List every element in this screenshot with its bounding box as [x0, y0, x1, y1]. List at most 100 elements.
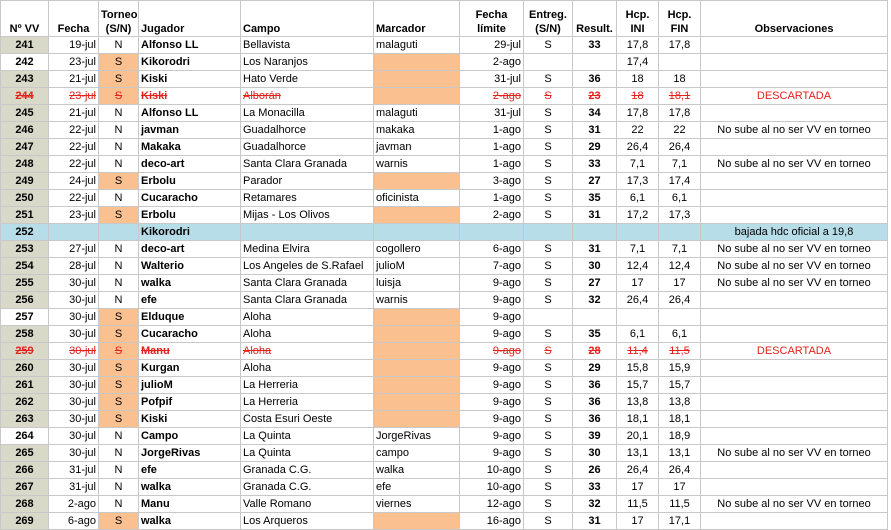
- cell-observaciones[interactable]: [700, 325, 888, 343]
- cell-hcp-fin[interactable]: 18,9: [658, 427, 701, 445]
- cell-fecha-limite[interactable]: 31-jul: [459, 70, 524, 88]
- cell-result[interactable]: 30: [572, 444, 617, 462]
- cell-hcp-ini[interactable]: 13,1: [616, 444, 659, 462]
- cell-torneo[interactable]: N: [98, 274, 139, 292]
- cell-fecha-limite[interactable]: 1-ago: [459, 189, 524, 207]
- cell-campo[interactable]: La Herreria: [240, 393, 374, 411]
- cell-fecha[interactable]: 22-jul: [48, 121, 99, 139]
- cell-result[interactable]: 39: [572, 427, 617, 445]
- cell-hcp-ini[interactable]: 20,1: [616, 427, 659, 445]
- cell-jugador[interactable]: julioM: [138, 376, 241, 394]
- cell-result[interactable]: 34: [572, 104, 617, 122]
- cell-campo[interactable]: Aloha: [240, 342, 374, 360]
- cell-hcp-ini[interactable]: [616, 308, 659, 326]
- cell-result[interactable]: 36: [572, 376, 617, 394]
- cell-marcador[interactable]: malaguti: [373, 36, 460, 54]
- cell-torneo[interactable]: N: [98, 240, 139, 258]
- cell-result[interactable]: 31: [572, 121, 617, 139]
- cell-observaciones[interactable]: No sube al no ser VV en torneo: [700, 274, 888, 292]
- cell-hcp-ini[interactable]: 11,5: [616, 495, 659, 513]
- cell-result[interactable]: 23: [572, 87, 617, 105]
- cell-fecha-limite[interactable]: 2-ago: [459, 87, 524, 105]
- header-fecha-limite[interactable]: Fecha límite: [459, 0, 524, 37]
- cell-jugador[interactable]: Walterio: [138, 257, 241, 275]
- cell-marcador[interactable]: oficinista: [373, 189, 460, 207]
- cell-jugador[interactable]: Makaka: [138, 138, 241, 156]
- header-torneo[interactable]: Torneo (S/N): [98, 0, 139, 37]
- cell-hcp-ini[interactable]: 15,7: [616, 376, 659, 394]
- cell-entreg[interactable]: S: [523, 393, 573, 411]
- header-fecha[interactable]: Fecha: [48, 0, 99, 37]
- cell-torneo[interactable]: N: [98, 461, 139, 479]
- cell-campo[interactable]: Granada C.G.: [240, 478, 374, 496]
- cell-entreg[interactable]: S: [523, 240, 573, 258]
- cell-observaciones[interactable]: [700, 36, 888, 54]
- cell-result[interactable]: 35: [572, 325, 617, 343]
- cell-fecha-limite[interactable]: 9-ago: [459, 393, 524, 411]
- cell-campo[interactable]: Aloha: [240, 325, 374, 343]
- cell-entreg[interactable]: S: [523, 461, 573, 479]
- cell-jugador[interactable]: efe: [138, 291, 241, 309]
- cell-campo[interactable]: Valle Romano: [240, 495, 374, 513]
- cell-entreg[interactable]: [523, 223, 573, 241]
- cell-result[interactable]: 29: [572, 359, 617, 377]
- cell-observaciones[interactable]: [700, 70, 888, 88]
- cell-jugador[interactable]: javman: [138, 121, 241, 139]
- cell-observaciones[interactable]: bajada hdc oficial a 19,8: [700, 223, 888, 241]
- cell-marcador[interactable]: warnis: [373, 291, 460, 309]
- cell-hcp-fin[interactable]: 18,1: [658, 87, 701, 105]
- cell-result[interactable]: 29: [572, 138, 617, 156]
- cell-nvv[interactable]: 249: [0, 172, 49, 190]
- cell-nvv[interactable]: 265: [0, 444, 49, 462]
- cell-entreg[interactable]: S: [523, 206, 573, 224]
- cell-observaciones[interactable]: [700, 291, 888, 309]
- cell-jugador[interactable]: Erbolu: [138, 206, 241, 224]
- cell-result[interactable]: 31: [572, 512, 617, 530]
- cell-fecha[interactable]: 30-jul: [48, 308, 99, 326]
- cell-entreg[interactable]: S: [523, 274, 573, 292]
- cell-torneo[interactable]: S: [98, 359, 139, 377]
- cell-fecha-limite[interactable]: 9-ago: [459, 325, 524, 343]
- cell-marcador[interactable]: makaka: [373, 121, 460, 139]
- cell-campo[interactable]: La Herreria: [240, 376, 374, 394]
- cell-jugador[interactable]: JorgeRivas: [138, 444, 241, 462]
- cell-marcador[interactable]: [373, 206, 460, 224]
- cell-campo[interactable]: La Quinta: [240, 444, 374, 462]
- cell-fecha[interactable]: 30-jul: [48, 274, 99, 292]
- cell-campo[interactable]: Bellavista: [240, 36, 374, 54]
- cell-fecha-limite[interactable]: 9-ago: [459, 308, 524, 326]
- cell-campo[interactable]: Guadalhorce: [240, 138, 374, 156]
- cell-hcp-ini[interactable]: 17,2: [616, 206, 659, 224]
- cell-torneo[interactable]: N: [98, 444, 139, 462]
- cell-torneo[interactable]: S: [98, 512, 139, 530]
- cell-hcp-fin[interactable]: 17: [658, 274, 701, 292]
- cell-fecha[interactable]: 30-jul: [48, 427, 99, 445]
- cell-fecha[interactable]: 21-jul: [48, 70, 99, 88]
- cell-result[interactable]: 26: [572, 461, 617, 479]
- cell-observaciones[interactable]: [700, 478, 888, 496]
- cell-nvv[interactable]: 261: [0, 376, 49, 394]
- cell-fecha-limite[interactable]: 9-ago: [459, 410, 524, 428]
- cell-nvv[interactable]: 260: [0, 359, 49, 377]
- cell-observaciones[interactable]: No sube al no ser VV en torneo: [700, 257, 888, 275]
- cell-nvv[interactable]: 256: [0, 291, 49, 309]
- cell-fecha-limite[interactable]: 2-ago: [459, 53, 524, 71]
- cell-hcp-fin[interactable]: 15,9: [658, 359, 701, 377]
- cell-result[interactable]: 32: [572, 495, 617, 513]
- cell-fecha[interactable]: 30-jul: [48, 444, 99, 462]
- cell-fecha-limite[interactable]: 7-ago: [459, 257, 524, 275]
- cell-jugador[interactable]: deco-art: [138, 240, 241, 258]
- cell-observaciones[interactable]: No sube al no ser VV en torneo: [700, 155, 888, 173]
- cell-entreg[interactable]: S: [523, 512, 573, 530]
- cell-result[interactable]: 36: [572, 70, 617, 88]
- cell-nvv[interactable]: 242: [0, 53, 49, 71]
- cell-fecha[interactable]: 30-jul: [48, 291, 99, 309]
- cell-jugador[interactable]: Kikorodri: [138, 223, 241, 241]
- cell-entreg[interactable]: S: [523, 325, 573, 343]
- cell-fecha[interactable]: 23-jul: [48, 206, 99, 224]
- cell-observaciones[interactable]: DESCARTADA: [700, 342, 888, 360]
- cell-hcp-fin[interactable]: 22: [658, 121, 701, 139]
- cell-jugador[interactable]: walka: [138, 478, 241, 496]
- cell-fecha[interactable]: 30-jul: [48, 359, 99, 377]
- cell-fecha[interactable]: 24-jul: [48, 172, 99, 190]
